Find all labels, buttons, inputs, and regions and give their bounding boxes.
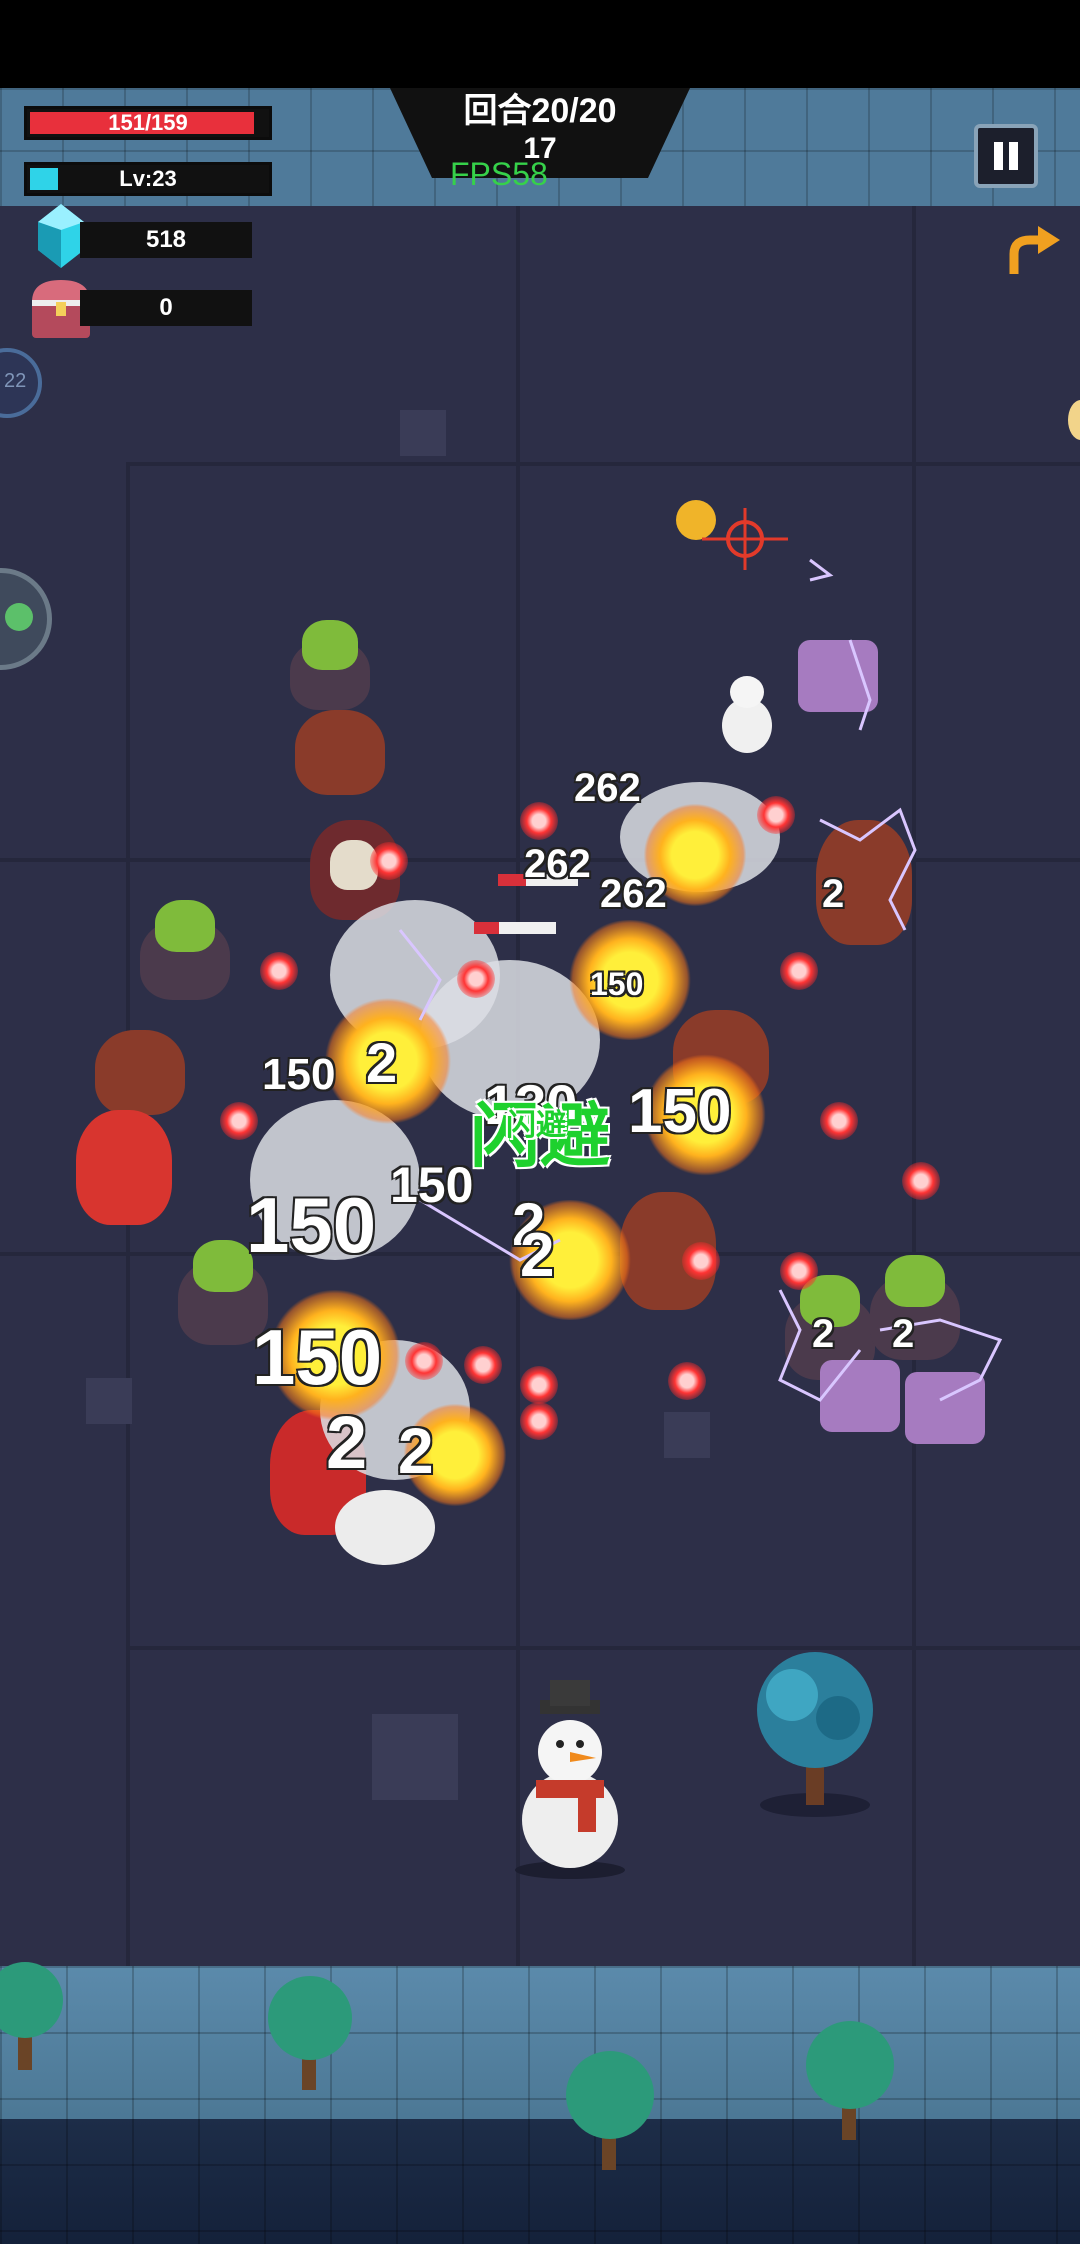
damage-number: 262 — [524, 842, 591, 886]
return-arrow-icon[interactable] — [1004, 222, 1062, 286]
dodge-text-small: 闪避 — [506, 1108, 566, 1143]
game-screen[interactable]: 262 262 262 150 150 150 150 150 150 2 2 … — [0, 0, 1080, 2244]
experience-bar: Lv:23 — [24, 162, 272, 196]
pause-icon — [994, 142, 1003, 170]
chat-bubble-icon — [5, 603, 33, 631]
damage-number: 150 — [590, 966, 644, 1002]
enemy-bullet — [520, 1402, 558, 1440]
enemy-bullet — [757, 796, 795, 834]
enemy-bullet — [520, 802, 558, 840]
skill-cooldown-counter: 22 — [4, 370, 27, 392]
enemy-bullet — [682, 1242, 720, 1280]
enemy-bullet — [260, 952, 298, 990]
damage-number: 150 — [390, 1157, 474, 1213]
damage-number: 2 — [812, 1312, 835, 1356]
enemy-bullet — [220, 1102, 258, 1140]
level-text: Lv:23 — [119, 166, 177, 191]
damage-number: 2 — [366, 1031, 398, 1094]
enemy-health-bar — [474, 922, 556, 934]
damage-number: 150 — [628, 1077, 732, 1146]
damage-number: 2 — [326, 1401, 368, 1484]
damage-number: 262 — [600, 872, 667, 916]
crystal-icon — [38, 204, 84, 268]
enemy-bullet — [464, 1346, 502, 1384]
damage-number: 2 — [892, 1312, 915, 1356]
crystal-count: 518 — [80, 222, 252, 258]
damage-number: 150 — [262, 1050, 336, 1099]
enemy-bullet — [370, 842, 408, 880]
damage-number: 2 — [398, 1415, 434, 1487]
fps-counter: FPS58 — [450, 156, 548, 192]
crosshair-icon — [702, 508, 788, 570]
health-bar: 151/159 — [24, 106, 272, 140]
enemy-bullet — [780, 952, 818, 990]
round-counter: 回合20/20 — [463, 92, 617, 130]
player-snowman — [515, 1680, 625, 1879]
enemy-bullet — [520, 1366, 558, 1404]
enemy-bullet — [405, 1342, 443, 1380]
damage-number: 262 — [574, 766, 641, 810]
damage-number: 2 — [822, 872, 845, 916]
enemy-bullet — [780, 1252, 818, 1290]
enemy-bullet — [820, 1102, 858, 1140]
health-text: 151/159 — [108, 110, 188, 135]
enemy-bullet — [668, 1362, 706, 1400]
damage-number: 2 — [520, 1221, 555, 1290]
enemy-bullet — [902, 1162, 940, 1200]
pause-button[interactable] — [974, 124, 1038, 188]
damage-number: 150 — [252, 1313, 383, 1401]
chest-count: 0 — [80, 290, 252, 326]
enemy-bullet — [457, 960, 495, 998]
damage-number: 150 — [246, 1181, 377, 1269]
